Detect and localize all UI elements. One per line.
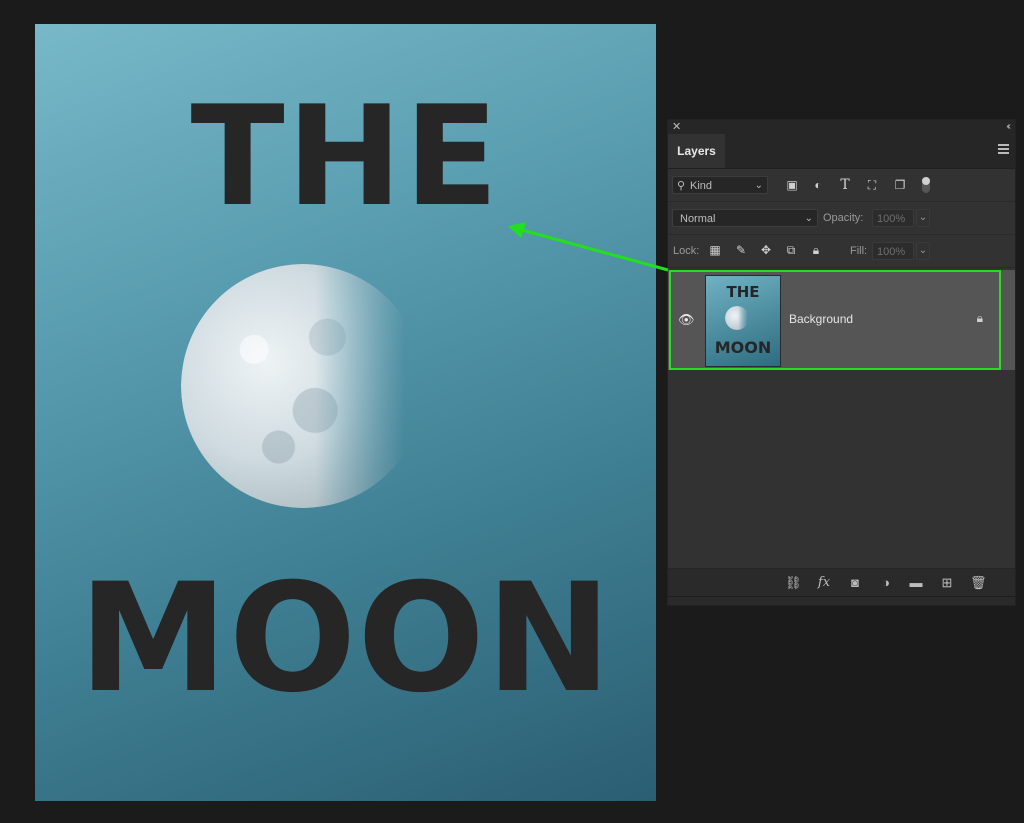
panel-header: ✕ ‹‹	[668, 120, 1015, 134]
blend-row: Normal ⌄ Opacity: 100% ⌄	[668, 202, 1015, 235]
kind-filter-label: Kind	[690, 180, 713, 192]
lock-image-pixels-icon[interactable]: ✎	[734, 243, 748, 257]
panel-menu-icon[interactable]	[998, 144, 1009, 155]
smart-object-filter-icon[interactable]: ❐	[893, 178, 907, 192]
lock-row: Lock: ▦ ✎ ✥ ⧉ 🔒︎ Fill: 100% ⌄	[668, 235, 1015, 268]
lock-artboard-icon[interactable]: ⧉	[784, 243, 798, 257]
type-filter-icon[interactable]: T	[838, 178, 852, 192]
opacity-input[interactable]: 100%	[872, 209, 914, 227]
filter-row: ⚲ Kind ⌄ ▣ ◐ T ⛶ ❐	[668, 169, 1015, 202]
search-icon: ⚲	[677, 180, 686, 192]
adjustment-filter-icon[interactable]: ◐	[811, 178, 825, 192]
chevron-down-icon: ⌄	[754, 180, 763, 191]
group-folder-icon[interactable]: ▬	[908, 575, 924, 591]
filter-toggle[interactable]	[922, 177, 930, 193]
blend-mode-value: Normal	[680, 213, 716, 225]
kind-filter-select[interactable]: ⚲ Kind ⌄	[672, 176, 768, 194]
blend-mode-select[interactable]: Normal ⌄	[672, 209, 818, 227]
link-layers-icon[interactable]: ⛓	[785, 575, 802, 591]
layer-highlight-box	[669, 270, 1001, 370]
poster-title-bottom: MOON	[78, 552, 613, 726]
panel-tabbar: Layers	[668, 134, 1015, 169]
tab-layers[interactable]: Layers	[668, 134, 725, 168]
adjustment-layer-icon[interactable]: ◑	[878, 575, 894, 591]
moon-image	[181, 264, 425, 508]
image-filter-icon[interactable]: ▣	[785, 178, 799, 192]
opacity-label: Opacity:	[823, 212, 864, 224]
delete-layer-icon[interactable]: 🗑︎	[970, 575, 987, 591]
shape-filter-icon[interactable]: ⛶	[865, 178, 879, 192]
fill-label: Fill:	[850, 245, 868, 257]
close-icon[interactable]: ✕	[672, 120, 681, 134]
panel-footer	[668, 596, 1015, 605]
lock-transparent-pixels-icon[interactable]: ▦	[708, 243, 722, 257]
opacity-dropdown-button[interactable]: ⌄	[916, 209, 930, 227]
poster-title-top: THE	[190, 76, 501, 237]
lock-all-icon[interactable]: 🔒︎	[809, 243, 823, 257]
chevron-down-icon: ⌄	[804, 213, 813, 224]
fill-input[interactable]: 100%	[872, 242, 914, 260]
layer-mask-icon[interactable]: ◙	[847, 575, 863, 591]
lock-label: Lock:	[673, 245, 700, 257]
panel-bottom-toolbar: ⛓ fx ◙ ◑ ▬ ⊞ 🗑︎	[668, 568, 1015, 597]
fill-dropdown-button[interactable]: ⌄	[916, 242, 930, 260]
new-layer-icon[interactable]: ⊞	[939, 575, 955, 591]
document-canvas[interactable]: THE MOON	[35, 24, 656, 801]
lock-position-icon[interactable]: ✥	[759, 243, 773, 257]
fx-icon[interactable]: fx	[816, 575, 832, 591]
collapse-icon[interactable]: ‹‹	[1006, 120, 1010, 134]
